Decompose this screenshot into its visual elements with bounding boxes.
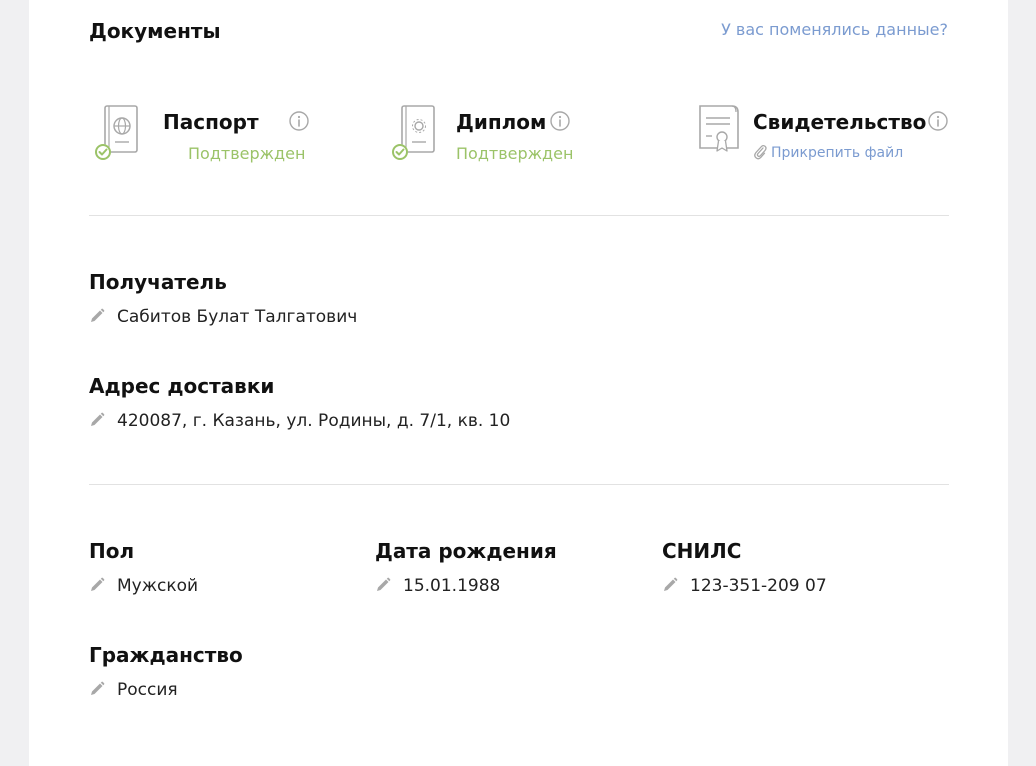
attach-file-label: Прикрепить файл (771, 145, 904, 161)
certificate-icon (696, 104, 744, 164)
document-diploma-status: Подтвержден (456, 144, 574, 163)
paperclip-icon (753, 144, 767, 160)
divider (89, 215, 949, 216)
address-value: 420087, г. Казань, ул. Родины, д. 7/1, к… (117, 411, 511, 431)
address-field: Адрес доставки 420087, г. Казань, ул. Ро… (89, 374, 510, 431)
info-icon[interactable] (550, 111, 570, 131)
citizenship-field: Гражданство Россия (89, 643, 243, 700)
birthdate-value: 15.01.1988 (403, 576, 501, 596)
recipient-edit[interactable]: Сабитов Булат Талгатович (89, 307, 357, 327)
divider (89, 484, 949, 485)
attach-file-link[interactable]: Прикрепить файл (753, 144, 903, 161)
gender-value: Мужской (117, 576, 199, 596)
diploma-icon (390, 104, 438, 164)
snils-value: 123-351-209 07 (690, 576, 827, 596)
info-icon[interactable] (289, 111, 309, 131)
snils-label: СНИЛС (662, 539, 742, 563)
recipient-value: Сабитов Булат Талгатович (117, 307, 358, 327)
passport-icon (93, 104, 141, 164)
pencil-icon (662, 577, 678, 593)
citizenship-label: Гражданство (89, 643, 243, 667)
document-passport-status: Подтвержден (188, 144, 306, 163)
birthdate-edit[interactable]: 15.01.1988 (375, 576, 500, 596)
document-diploma-title: Диплом (456, 110, 547, 134)
pencil-icon (375, 577, 391, 593)
document-passport-title: Паспорт (163, 110, 259, 134)
gender-field: Пол Мужской (89, 539, 198, 596)
snils-edit[interactable]: 123-351-209 07 (662, 576, 827, 596)
document-passport[interactable]: Паспорт Подтвержден (93, 104, 343, 168)
recipient-label: Получатель (89, 270, 227, 294)
document-certificate[interactable]: Свидетельство Прикрепить файл (696, 104, 949, 168)
document-diploma[interactable]: Диплом Подтвержден (390, 104, 640, 168)
info-icon[interactable] (928, 111, 948, 131)
pencil-icon (89, 412, 105, 428)
snils-field: СНИЛС 123-351-209 07 (662, 539, 827, 596)
recipient-field: Получатель Сабитов Булат Талгатович (89, 270, 357, 327)
data-changed-link[interactable]: У вас поменялись данные? (721, 20, 948, 39)
citizenship-value: Россия (117, 680, 178, 700)
gender-edit[interactable]: Мужской (89, 576, 198, 596)
pencil-icon (89, 681, 105, 697)
documents-title: Документы (89, 19, 221, 43)
citizenship-edit[interactable]: Россия (89, 680, 178, 700)
birthdate-label: Дата рождения (375, 539, 557, 563)
gender-label: Пол (89, 539, 135, 563)
birthdate-field: Дата рождения 15.01.1988 (375, 539, 557, 596)
pencil-icon (89, 308, 105, 324)
profile-card: Документы У вас поменялись данные? Паспо… (29, 0, 1008, 766)
address-edit[interactable]: 420087, г. Казань, ул. Родины, д. 7/1, к… (89, 411, 510, 431)
pencil-icon (89, 577, 105, 593)
address-label: Адрес доставки (89, 374, 275, 398)
document-certificate-title: Свидетельство (753, 110, 927, 134)
